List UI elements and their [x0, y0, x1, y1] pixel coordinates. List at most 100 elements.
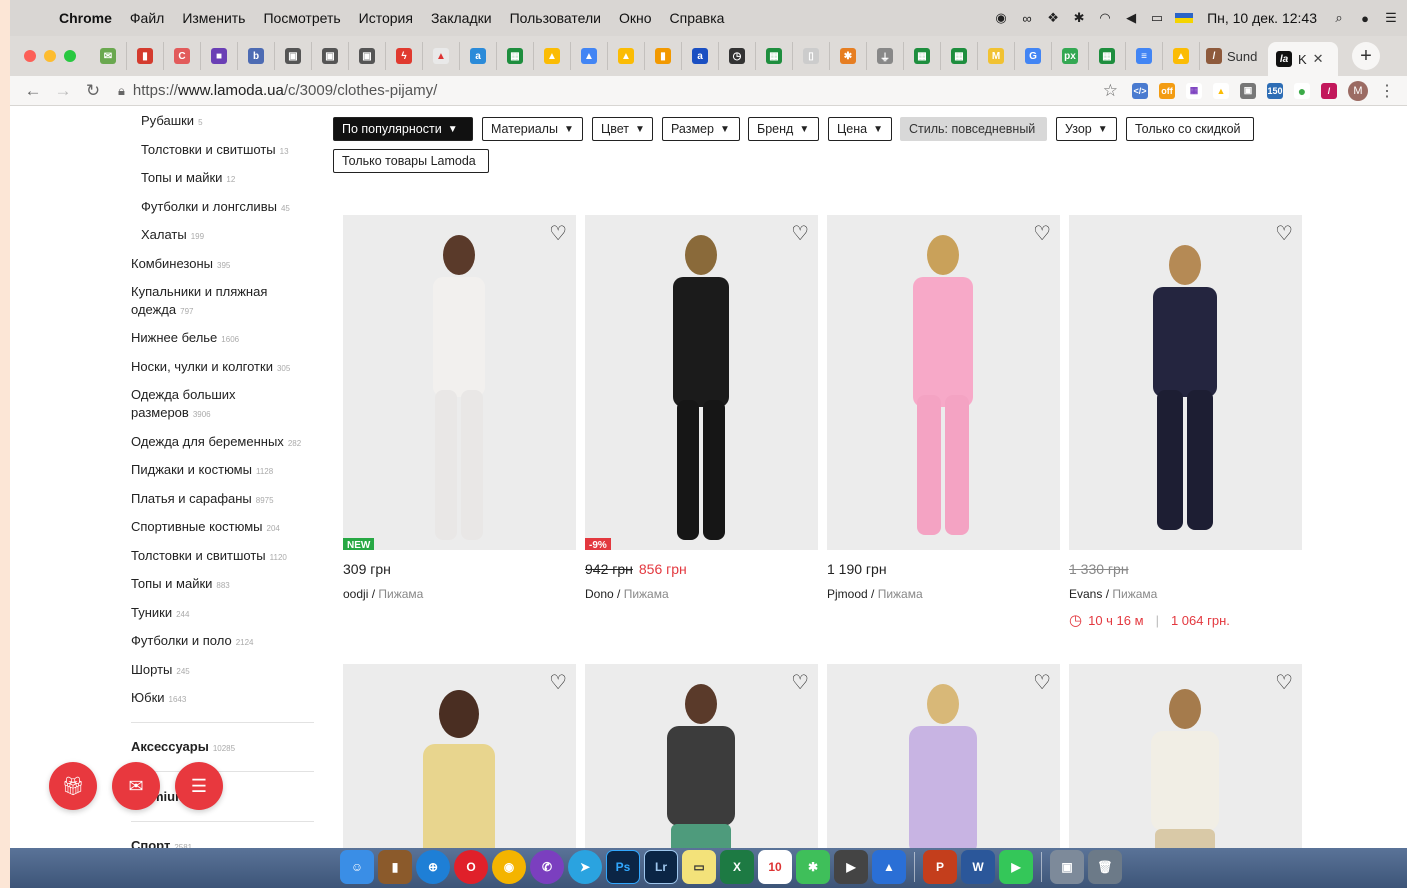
word-icon[interactable]: W — [961, 850, 995, 884]
tab-pinned[interactable]: b — [238, 42, 275, 70]
dropbox-icon[interactable]: ❖ — [1045, 10, 1061, 25]
tab-pinned[interactable]: ▲ — [423, 42, 460, 70]
facetime-icon[interactable]: ▶ — [999, 850, 1033, 884]
off-extension-icon[interactable]: off — [1159, 82, 1175, 99]
menu-people[interactable]: Пользователи — [501, 10, 610, 26]
tab-pinned[interactable]: ◷ — [719, 42, 756, 70]
tab-pinned[interactable]: ▦ — [497, 42, 534, 70]
wishlist-heart-icon[interactable]: ♡ — [1033, 224, 1051, 244]
filter-price[interactable]: Цена ▼ — [828, 117, 892, 141]
sidebar-item[interactable]: Топы и майки 883 — [131, 575, 230, 595]
tab-pinned[interactable]: ▦ — [904, 42, 941, 70]
sidebar-item[interactable]: Толстовки и свитшоты 1120 — [131, 547, 287, 567]
sidebar-item[interactable]: Рубашки 5 — [141, 112, 203, 132]
viber-icon[interactable]: ✆ — [530, 850, 564, 884]
creative-cloud-icon[interactable]: ∞ — [1019, 11, 1035, 26]
notification-center-icon[interactable]: ☰ — [1383, 10, 1399, 25]
product-photo[interactable]: ♡ — [585, 664, 818, 848]
filter-size[interactable]: Размер ▼ — [662, 117, 740, 141]
tab-pinned[interactable]: C — [164, 42, 201, 70]
calendar-icon[interactable]: 10 — [758, 850, 792, 884]
volume-icon[interactable]: ◀ — [1123, 10, 1139, 25]
product-photo[interactable]: ♡ — [1069, 215, 1302, 550]
menu-edit[interactable]: Изменить — [173, 10, 254, 26]
product-photo[interactable]: ♡ NEW — [343, 215, 576, 550]
menu-window[interactable]: Окно — [610, 10, 661, 26]
filter-style-active[interactable]: Стиль: повседневный — [900, 117, 1047, 141]
sidebar-item[interactable]: Спортивные костюмы 204 — [131, 518, 280, 538]
new-tab-button[interactable]: + — [1352, 42, 1380, 70]
tab-pinned[interactable]: ✉ — [90, 42, 127, 70]
sidebar-item[interactable]: Футболки и поло 2124 — [131, 632, 254, 652]
close-window-button[interactable] — [24, 50, 36, 62]
wishlist-heart-icon[interactable]: ♡ — [791, 224, 809, 244]
clipboard-extension-icon[interactable]: ▣ — [1240, 82, 1256, 99]
product-photo[interactable]: ♡ — [1069, 664, 1302, 848]
telegram-icon[interactable]: ➤ — [568, 850, 602, 884]
powerpoint-icon[interactable]: P — [923, 850, 957, 884]
chrome-icon[interactable]: ◉ — [492, 850, 526, 884]
tab-pinned[interactable]: G — [1015, 42, 1052, 70]
back-arrow-icon[interactable]: ← — [18, 81, 48, 101]
product-photo[interactable]: ♡ — [827, 215, 1060, 550]
wishlist-heart-icon[interactable]: ♡ — [1275, 673, 1293, 693]
zoom-window-button[interactable] — [64, 50, 76, 62]
sidebar-item[interactable]: Туники 244 — [131, 604, 189, 624]
tab-active-lamoda[interactable]: la K ✕ — [1268, 42, 1338, 76]
sidebar-item[interactable]: Комбинезоны 395 — [131, 255, 230, 275]
menubar-clock[interactable]: Пн, 10 дек. 12:43 — [1203, 10, 1321, 26]
lightroom-icon[interactable]: Lr — [644, 850, 678, 884]
gift-fab-button[interactable]: 🎁︎ — [49, 762, 97, 810]
dev-tools-extension-icon[interactable]: </> — [1132, 82, 1148, 99]
wishlist-heart-icon[interactable]: ♡ — [1033, 673, 1051, 693]
viber-status-icon[interactable]: ◉ — [993, 10, 1009, 25]
sidebar-item[interactable]: Халаты 199 — [141, 226, 204, 246]
trash-icon[interactable]: 🗑︎ — [1088, 850, 1122, 884]
wishlist-heart-icon[interactable]: ♡ — [549, 224, 567, 244]
sidebar-item[interactable]: Купальники и пляжная одежда 797 — [131, 283, 291, 321]
sidebar-item[interactable]: Толстовки и свитшоты 13 — [141, 141, 289, 161]
sidebar-item-sport[interactable]: Спорт 2581 — [131, 837, 192, 848]
filter-discount-only[interactable]: Только со скидкой — [1126, 117, 1254, 141]
tab-pinned[interactable]: ▲ — [571, 42, 608, 70]
reload-icon[interactable]: ↻ — [78, 81, 108, 101]
lock-icon[interactable]: 🔒︎ — [118, 83, 125, 99]
notes-book-icon[interactable]: ▮ — [378, 850, 412, 884]
minimize-window-button[interactable] — [44, 50, 56, 62]
sidebar-item[interactable]: Одежда для беременных 282 — [131, 433, 301, 453]
tab-pinned[interactable]: ▲ — [534, 42, 571, 70]
menu-file[interactable]: Файл — [121, 10, 173, 26]
siri-icon[interactable]: ● — [1357, 11, 1373, 26]
tab-pinned[interactable]: px — [1052, 42, 1089, 70]
drive-extension-icon[interactable]: ▲ — [1213, 82, 1229, 99]
filter-lamoda-only[interactable]: Только товары Lamoda — [333, 149, 489, 173]
photoshop-icon[interactable]: Ps — [606, 850, 640, 884]
forward-arrow-icon[interactable]: → — [48, 81, 78, 101]
tab-pinned[interactable]: ϟ — [386, 42, 423, 70]
product-brand[interactable]: oodji / Пижама — [343, 587, 423, 601]
sidebar-item[interactable]: Пиджаки и костюмы 1128 — [131, 461, 273, 481]
sidebar-item[interactable]: Топы и майки 12 — [141, 169, 235, 189]
safari-icon[interactable]: ⊕ — [416, 850, 450, 884]
circle-extension-icon[interactable]: ● — [1294, 82, 1310, 99]
tab-pinned[interactable]: ▣ — [349, 42, 386, 70]
sidebar-item[interactable]: Шорты 245 — [131, 661, 190, 681]
filter-pattern[interactable]: Узор ▼ — [1056, 117, 1117, 141]
spotlight-search-icon[interactable]: ⌕ — [1331, 10, 1347, 25]
opera-icon[interactable]: O — [454, 850, 488, 884]
address-bar[interactable]: 🔒︎ https://www.lamoda.ua/c/3009/clothes-… — [118, 82, 437, 99]
wishlist-heart-icon[interactable]: ♡ — [549, 673, 567, 693]
menu-bookmarks[interactable]: Закладки — [422, 10, 501, 26]
product-photo[interactable]: ♡ -9% — [585, 215, 818, 550]
wifi-icon[interactable]: ◠ — [1097, 10, 1113, 25]
tab-sund[interactable]: / Sund — [1200, 42, 1268, 70]
tab-pinned[interactable]: M — [978, 42, 1015, 70]
tab-pinned[interactable]: ▯ — [793, 42, 830, 70]
sidebar-item[interactable]: Одежда больших размеров 3906 — [131, 386, 271, 424]
sidebar-item[interactable]: Платья и сарафаны 8975 — [131, 490, 274, 510]
menu-history[interactable]: История — [350, 10, 422, 26]
bluetooth-icon[interactable]: ✱ — [1071, 10, 1087, 25]
photos-stack-icon[interactable]: ▣ — [1050, 850, 1084, 884]
chat-fab-button[interactable]: ✉ — [112, 762, 160, 810]
menu-help[interactable]: Справка — [661, 10, 734, 26]
